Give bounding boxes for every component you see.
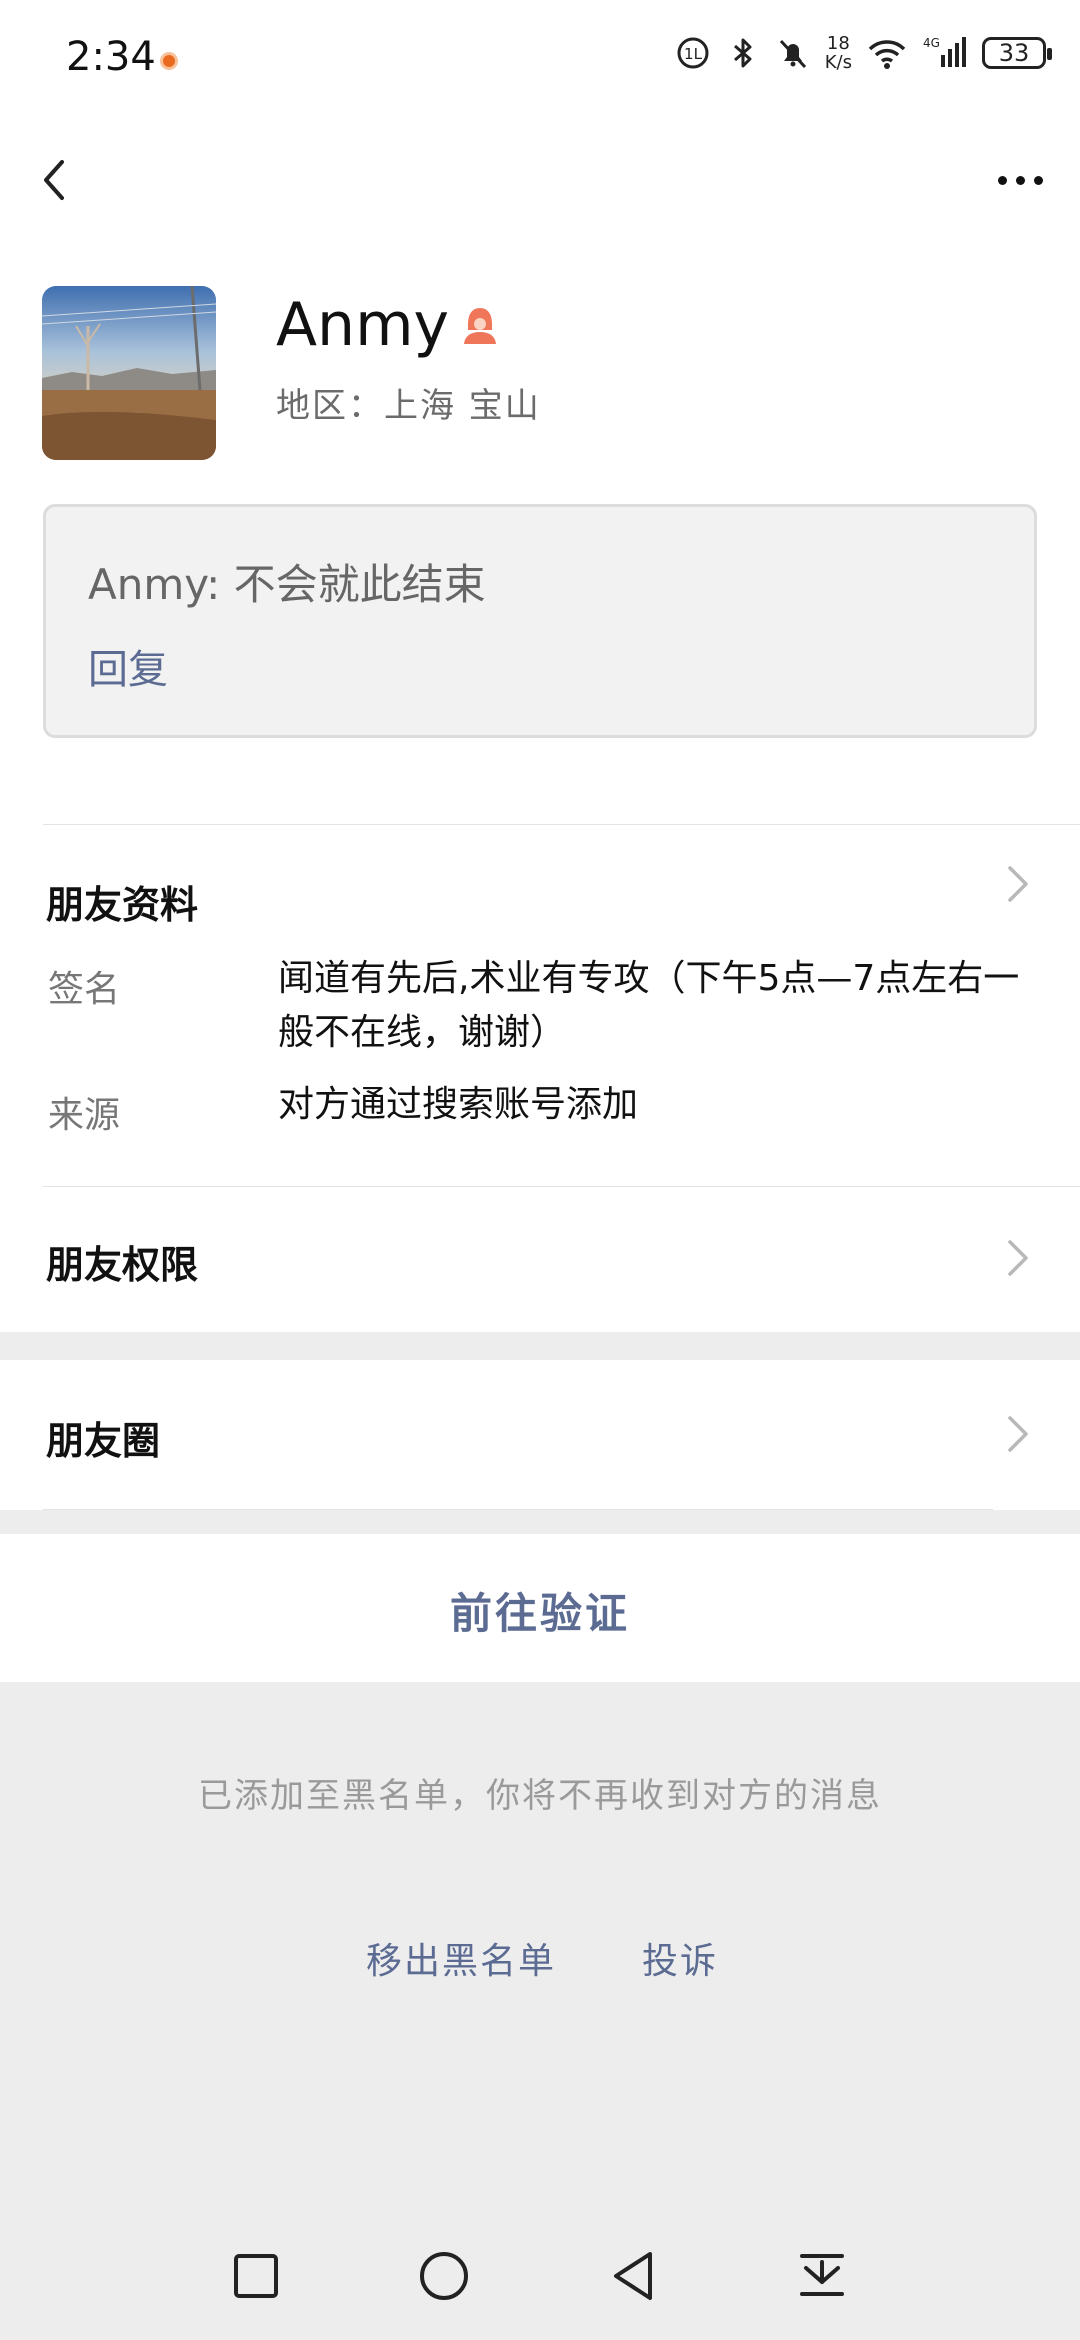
profile-main: Anmy 地区：上海 宝山 Anmy: 不会就此结束 回复 朋友资料 签名 闻道… <box>0 240 1080 1332</box>
divider <box>43 824 1080 825</box>
pull-down-notifications-icon[interactable] <box>786 2240 858 2312</box>
signature-label: 签名 <box>48 969 121 1010</box>
moments-row[interactable]: 朋友圈 <box>0 1360 1080 1510</box>
divider <box>43 1186 1080 1187</box>
status-bar: 2:34 1L 18 K/s 4G 33 <box>0 0 1080 120</box>
verify-row[interactable]: 前往验证 <box>0 1534 1080 1682</box>
avatar[interactable] <box>42 286 216 460</box>
battery-icon: 33 <box>982 37 1052 69</box>
network-speed: 18 K/s <box>825 34 852 72</box>
more-dot <box>1033 175 1043 185</box>
wifi-icon <box>868 40 906 69</box>
notification-app-icon <box>160 52 178 70</box>
friend-permissions-title[interactable]: 朋友权限 <box>46 1234 198 1289</box>
mute-bell-icon <box>779 39 806 69</box>
blacklist-note: 已添加至黑名单，你将不再收到对方的消息 <box>198 1776 882 1816</box>
female-icon <box>464 308 497 344</box>
moments-title[interactable]: 朋友圈 <box>46 1410 160 1465</box>
chevron-right-icon[interactable] <box>1000 862 1036 906</box>
profile-name: Anmy <box>276 290 450 360</box>
moment-reply-card[interactable]: Anmy: 不会就此结束 回复 <box>43 504 1037 738</box>
back-triangle-icon[interactable] <box>598 2240 670 2312</box>
profile-region: 地区：上海 宝山 <box>276 386 541 426</box>
bluetooth-icon <box>733 38 752 68</box>
top-nav <box>0 120 1080 240</box>
svg-text:1L: 1L <box>684 45 703 63</box>
remove-blacklist-button[interactable]: 移出黑名单 <box>366 1932 556 1984</box>
reply-link[interactable]: 回复 <box>88 637 168 695</box>
recent-apps-icon[interactable] <box>220 2240 292 2312</box>
more-options-icon[interactable] <box>988 156 1052 204</box>
verify-button[interactable]: 前往验证 <box>0 1580 1080 1641</box>
system-nav-bar <box>0 2220 1080 2340</box>
more-dot <box>997 175 1007 185</box>
friend-info-title[interactable]: 朋友资料 <box>46 874 198 929</box>
section-gap <box>0 1510 1080 1534</box>
network-speed-value: 18 <box>826 33 850 54</box>
source-value: 对方通过搜索账号添加 <box>278 1084 639 1125</box>
report-button[interactable]: 投诉 <box>642 1932 718 1984</box>
status-time: 2:34 <box>66 34 156 80</box>
cellular-signal-icon: 4G <box>923 36 966 67</box>
chevron-right-icon[interactable] <box>1000 1236 1036 1280</box>
network-speed-unit: K/s <box>824 52 852 73</box>
hd-call-icon: 1L <box>677 37 709 69</box>
status-icons: 1L 18 K/s 4G 33 <box>675 34 1052 72</box>
home-icon[interactable] <box>408 2240 480 2312</box>
moment-reply-text: Anmy: 不会就此结束 <box>88 560 486 609</box>
signature-value: 闻道有先后,术业有专攻（下午5点—7点左右一般不在线，谢谢） <box>278 958 1020 1053</box>
chevron-right-icon[interactable] <box>1000 1412 1036 1456</box>
profile-name-row: Anmy <box>276 290 501 360</box>
back-arrow-icon[interactable] <box>28 152 84 208</box>
svg-text:4G: 4G <box>923 36 940 50</box>
more-dot <box>1015 175 1025 185</box>
section-gap <box>0 1336 1080 1360</box>
source-label: 来源 <box>48 1095 121 1136</box>
contact-profile-screen: 2:34 1L 18 K/s 4G 33 Anmy 地区：上海 宝山 Anmy:… <box>0 0 1080 2340</box>
